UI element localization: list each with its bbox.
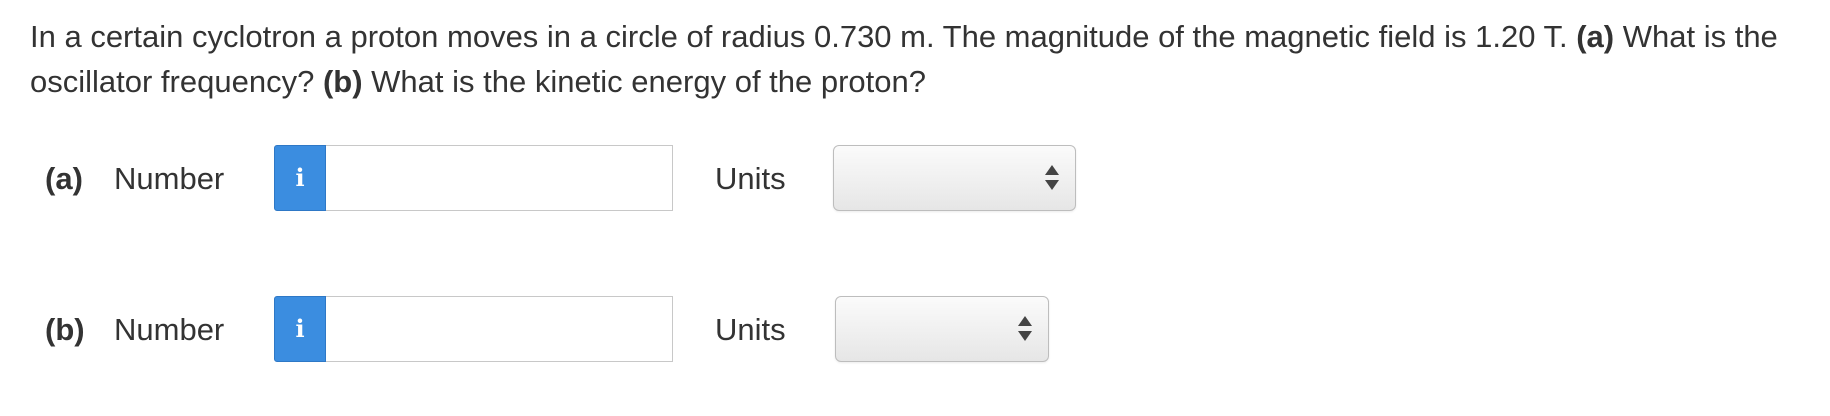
updown-arrows-icon (1045, 163, 1059, 195)
part-a-units-label: Units (715, 161, 786, 196)
part-b-units-label: Units (715, 312, 786, 347)
part-a-info-icon[interactable]: i (274, 145, 326, 211)
part-a-label: (a) (45, 161, 83, 196)
part-b-units-select[interactable] (835, 296, 1049, 362)
part-b-info-icon[interactable]: i (274, 296, 326, 362)
question-text: In a certain cyclotron a proton moves in… (30, 14, 1810, 104)
question-text-intro: In a certain cyclotron a proton moves in… (30, 19, 1577, 54)
question-part-b-marker: (b) (322, 64, 363, 99)
updown-arrows-icon (1018, 314, 1032, 346)
part-b-label: (b) (45, 312, 85, 347)
question-part-a-marker: (a) (1576, 19, 1615, 54)
part-b-number-label: Number (114, 312, 225, 347)
part-a-units-select[interactable] (833, 145, 1076, 211)
part-a-number-label: Number (114, 161, 225, 196)
question-text-part-b: What is the kinetic energy of the proton… (362, 64, 927, 99)
part-a-number-input[interactable] (326, 145, 673, 211)
part-b-number-input[interactable] (326, 296, 673, 362)
